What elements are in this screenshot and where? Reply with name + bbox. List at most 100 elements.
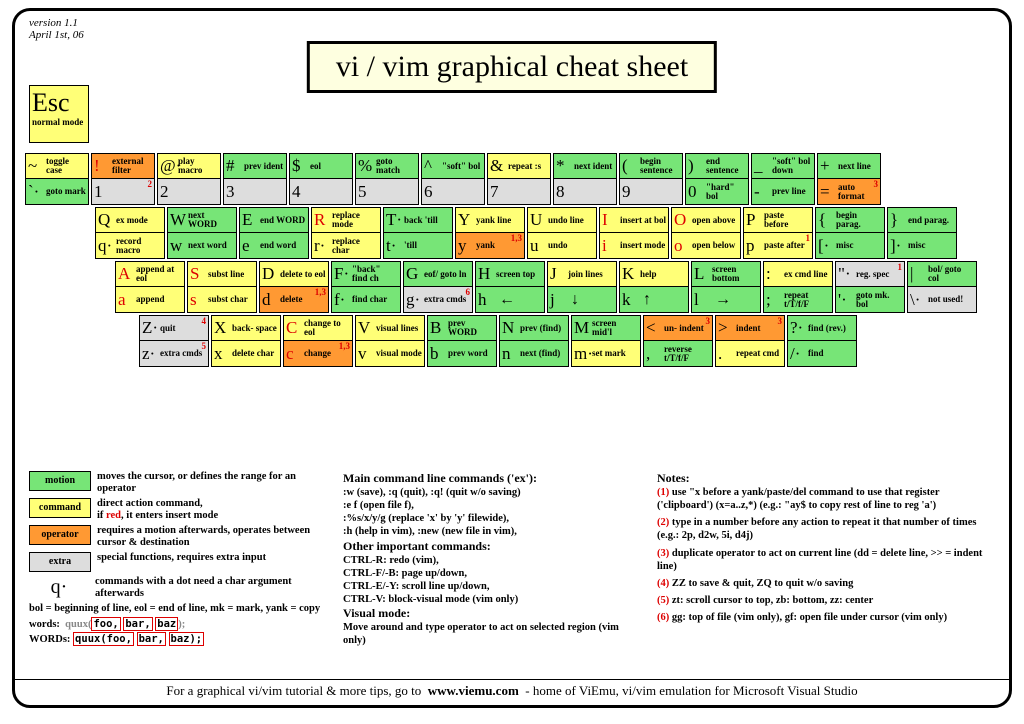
key-label: reg. spec bbox=[856, 270, 902, 279]
key: $eol4 bbox=[289, 153, 353, 205]
key-half: Bprev WORD bbox=[428, 316, 496, 341]
key-char: ?· bbox=[790, 318, 808, 338]
key-half: +next line bbox=[818, 154, 880, 179]
key-char: $ bbox=[292, 156, 310, 176]
key: _"soft" bol down-prev line bbox=[751, 153, 815, 205]
key-half: *next ident bbox=[554, 154, 616, 179]
key-label: misc bbox=[836, 241, 882, 250]
words-example: words: quux(foo, bar, baz); bbox=[29, 618, 329, 630]
key-label: end parag. bbox=[908, 216, 954, 225]
key-char: U bbox=[530, 210, 548, 230]
key-label: insert mode bbox=[620, 241, 666, 250]
key-half: 12 bbox=[92, 179, 154, 204]
key-sup: 4 bbox=[202, 316, 207, 326]
key-half: _"soft" bol down bbox=[752, 154, 814, 179]
key-half: @·play macro bbox=[158, 154, 220, 179]
key: Ssubst linessubst char bbox=[187, 261, 257, 313]
key-half: Cchange to eol bbox=[284, 316, 352, 341]
key-half: ?·find (rev.) bbox=[788, 316, 856, 341]
key-char: A bbox=[118, 264, 136, 284]
key-char: ^ bbox=[424, 156, 442, 176]
key-char: K bbox=[622, 264, 640, 284]
key: T·back 'tillt·'till bbox=[383, 207, 453, 259]
key-label: "hard" bol bbox=[706, 183, 746, 200]
key-half: f·find char bbox=[332, 287, 400, 312]
key-label: undo line bbox=[548, 216, 594, 225]
key-half: q·record macro bbox=[96, 233, 164, 258]
key-label: begin parag. bbox=[836, 211, 882, 228]
key: Yyank lineyyank1,3 bbox=[455, 207, 525, 259]
key: Jjoin linesj↓ bbox=[547, 261, 617, 313]
key-char: - bbox=[754, 182, 772, 202]
key-half: h← bbox=[476, 287, 544, 312]
key-half: =auto format3 bbox=[818, 179, 880, 204]
key-label: prev ident bbox=[244, 162, 284, 171]
key-half: ,reverse t/T/f/F bbox=[644, 341, 712, 366]
key-label: replace mode bbox=[332, 211, 378, 228]
key-label: append bbox=[136, 295, 182, 304]
key-half: 3 bbox=[224, 179, 286, 204]
arrow-icon: ← bbox=[499, 291, 515, 309]
key-half: 9 bbox=[620, 179, 682, 204]
key-half: Rreplace mode bbox=[312, 208, 380, 233]
key-label: eol bbox=[310, 162, 350, 171]
key-label: back- space bbox=[232, 324, 278, 333]
key: {begin parag.[·misc bbox=[815, 207, 885, 259]
key-label: extra cmds bbox=[160, 349, 206, 358]
key-char: | bbox=[910, 264, 928, 284]
key-char: . bbox=[718, 344, 736, 364]
key-half: \·not used! bbox=[908, 287, 976, 312]
key-half: Vvisual lines bbox=[356, 316, 424, 341]
key-half: Aappend at eol bbox=[116, 262, 184, 287]
key-half: yyank1,3 bbox=[456, 233, 524, 258]
key-label: eof/ goto ln bbox=[424, 270, 470, 279]
key-label: "soft" bol bbox=[442, 162, 482, 171]
key-half: g·extra cmds6 bbox=[404, 287, 472, 312]
key-half: vvisual mode bbox=[356, 341, 424, 366]
key-label: 'till bbox=[404, 241, 450, 250]
key-label: not used! bbox=[928, 295, 974, 304]
key: (begin sentence9 bbox=[619, 153, 683, 205]
key-half: uundo bbox=[528, 233, 596, 258]
key-half: 8 bbox=[554, 179, 616, 204]
key-label: "back" find ch bbox=[352, 265, 398, 282]
key-char: ; bbox=[766, 290, 784, 310]
key-char: V bbox=[358, 318, 376, 338]
legend-box: extra bbox=[29, 552, 91, 572]
key-sup: 2 bbox=[148, 179, 153, 189]
key-char: n bbox=[502, 344, 520, 364]
key-label: screen bottom bbox=[712, 265, 758, 282]
key-char: v bbox=[358, 344, 376, 364]
key: Bprev WORDbprev word bbox=[427, 315, 497, 367]
qdot-legend: q· commands with a dot need a char argum… bbox=[29, 576, 329, 599]
key-char: X bbox=[214, 318, 232, 338]
key-half: Yyank line bbox=[456, 208, 524, 233]
key-half: xdelete char bbox=[212, 341, 280, 366]
key-char: 5 bbox=[358, 182, 376, 202]
key-sup: 6 bbox=[466, 287, 471, 297]
key-half: ~toggle case bbox=[26, 154, 88, 179]
legend-desc: requires a motion afterwards, operates b… bbox=[97, 525, 329, 548]
key-half: |bol/ goto col bbox=[908, 262, 976, 287]
key-half: l→ bbox=[692, 287, 760, 312]
key-char: p bbox=[746, 236, 764, 256]
main-body: :w (save), :q (quit), :q! (quit w/o savi… bbox=[343, 486, 643, 539]
key-label: open below bbox=[692, 241, 738, 250]
key: %goto match5 bbox=[355, 153, 419, 205]
legend-row: motionmoves the cursor, or defines the r… bbox=[29, 471, 329, 494]
key-half: 7 bbox=[488, 179, 550, 204]
key-half: ]·misc bbox=[888, 233, 956, 258]
key-char: ) bbox=[688, 156, 706, 176]
keyboard: ~toggle case`·goto mark!external filter1… bbox=[25, 153, 999, 369]
key-half: ppaste after1 bbox=[744, 233, 812, 258]
key-label: append at eol bbox=[136, 265, 182, 282]
key-char: 1 bbox=[94, 182, 112, 202]
key: Rreplace moder·replace char bbox=[311, 207, 381, 259]
key-label: goto mark bbox=[46, 187, 86, 196]
key-label: next word bbox=[188, 241, 234, 250]
key: @·play macro2 bbox=[157, 153, 221, 205]
key-half: $eol bbox=[290, 154, 352, 179]
key-char: s bbox=[190, 290, 208, 310]
key-char: ( bbox=[622, 156, 640, 176]
key-half: Oopen above bbox=[672, 208, 740, 233]
